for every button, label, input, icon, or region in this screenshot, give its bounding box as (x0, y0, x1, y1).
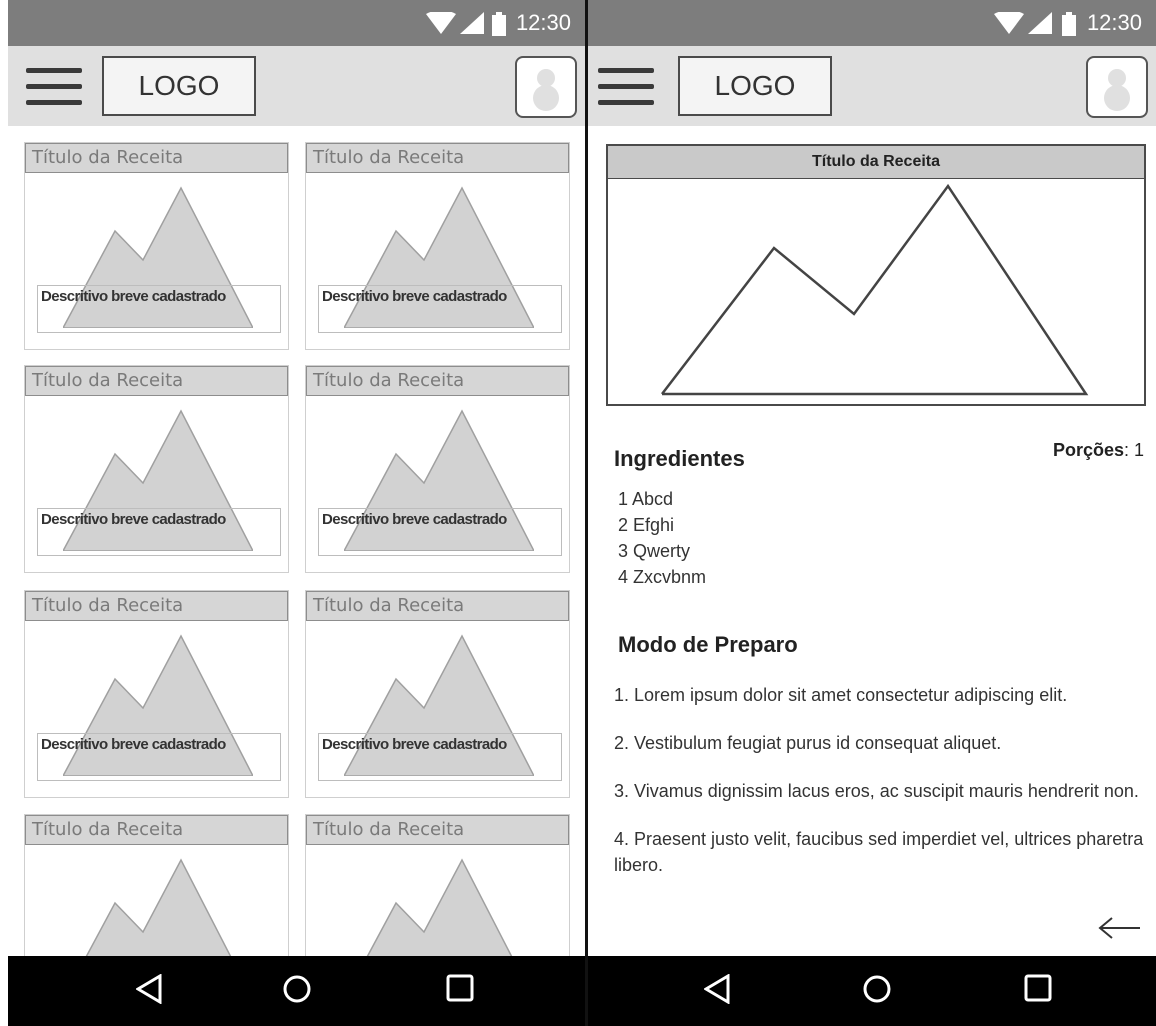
recipe-card-title: Título da Receita (306, 143, 569, 173)
back-triangle-icon[interactable] (136, 974, 162, 1004)
avatar-icon[interactable] (1086, 56, 1148, 118)
recipe-card-description: Descritivo breve cadastrado (37, 285, 281, 333)
recipe-card-title: Título da Receita (306, 591, 569, 621)
back-arrow-icon[interactable] (1096, 916, 1142, 940)
status-time: 12:30 (1086, 10, 1142, 35)
status-time: 12:30 (515, 10, 571, 35)
ingredients-list: 1 Abcd 2 Efghi 3 Qwerty 4 Zxcvbnm (618, 486, 706, 590)
back-triangle-icon[interactable] (704, 974, 730, 1004)
recents-square-icon[interactable] (446, 974, 474, 1002)
preparation-heading: Modo de Preparo (618, 632, 798, 657)
portions: Porções: 1 (1053, 440, 1144, 461)
recipe-card-description: Descritivo breve cadastrado (318, 733, 562, 781)
recipe-title: Título da Receita (608, 146, 1144, 179)
signal-icon (1028, 12, 1052, 34)
portions-label: Porções (1052, 440, 1124, 460)
signal-icon (460, 12, 484, 34)
recipe-list-screen: 12:30 LOGO Título da Receita Descritivo … (8, 0, 585, 1026)
recipe-card-description: Descritivo breve cadastrado (37, 733, 281, 781)
preparation-step: 4. Praesent justo velit, faucibus sed im… (614, 829, 1144, 875)
system-nav-bar (8, 956, 585, 1026)
preparation-step: 1. Lorem ipsum dolor sit amet consectetu… (614, 685, 1068, 705)
recipe-card-title: Título da Receita (25, 143, 288, 173)
logo[interactable]: LOGO (102, 56, 256, 116)
avatar-icon[interactable] (515, 56, 577, 118)
recipe-card-title: Título da Receita (25, 591, 288, 621)
ingredient-item: 3 Qwerty (618, 541, 691, 561)
recipe-hero: Título da Receita (606, 144, 1146, 406)
recipe-card[interactable]: Título da Receita Descritivo breve cadas… (24, 142, 289, 350)
recipe-card-title: Título da Receita (25, 366, 288, 396)
recipe-card-description: Descritivo breve cadastrado (37, 508, 281, 556)
ingredient-item: 2 Efghi (618, 515, 675, 535)
recipe-card[interactable]: Título da Receita Descritivo breve cadas… (305, 590, 570, 798)
ingredient-item: 1 Abcd (618, 489, 674, 509)
recipe-card-title: Título da Receita (25, 815, 288, 845)
recipe-card[interactable]: Título da Receita Descritivo breve cadas… (24, 590, 289, 798)
system-nav-bar (588, 956, 1156, 1026)
wifi-icon (426, 12, 456, 34)
recipe-card-title: Título da Receita (306, 815, 569, 845)
recents-square-icon[interactable] (1024, 974, 1052, 1002)
menu-icon[interactable] (26, 68, 82, 106)
logo[interactable]: LOGO (678, 56, 832, 116)
recipe-card[interactable]: Título da Receita Descritivo breve cadas… (305, 142, 570, 350)
image-placeholder-icon (661, 183, 1089, 396)
home-circle-icon[interactable] (282, 974, 312, 1004)
ingredients-heading: Ingredientes (614, 446, 745, 471)
status-bar: 12:30 (588, 0, 1156, 46)
home-circle-icon[interactable] (862, 974, 892, 1004)
recipe-card[interactable]: Título da Receita Descritivo breve cadas… (305, 365, 570, 573)
recipe-card[interactable]: Título da Receita Descritivo breve cadas… (24, 365, 289, 573)
wifi-icon (994, 12, 1024, 34)
app-bar: LOGO (588, 46, 1156, 126)
preparation-step: 3. Vivamus dignissim lacus eros, ac susc… (614, 781, 1139, 801)
recipe-card-description: Descritivo breve cadastrado (318, 285, 562, 333)
preparation-steps: 1. Lorem ipsum dolor sit amet consectetu… (614, 682, 1154, 900)
status-bar: 12:30 (8, 0, 585, 46)
ingredient-item: 4 Zxcvbnm (618, 567, 707, 587)
portions-value: : 1 (1123, 440, 1144, 460)
preparation-step: 2. Vestibulum feugiat purus id consequat… (614, 733, 1002, 753)
recipe-card-description: Descritivo breve cadastrado (318, 508, 562, 556)
battery-icon (1062, 12, 1076, 36)
menu-icon[interactable] (598, 68, 654, 106)
app-bar: LOGO (8, 46, 585, 126)
recipe-detail-screen: 12:30 LOGO Título da Receita Ingrediente… (588, 0, 1156, 1026)
recipe-card-title: Título da Receita (306, 366, 569, 396)
battery-icon (492, 12, 506, 36)
